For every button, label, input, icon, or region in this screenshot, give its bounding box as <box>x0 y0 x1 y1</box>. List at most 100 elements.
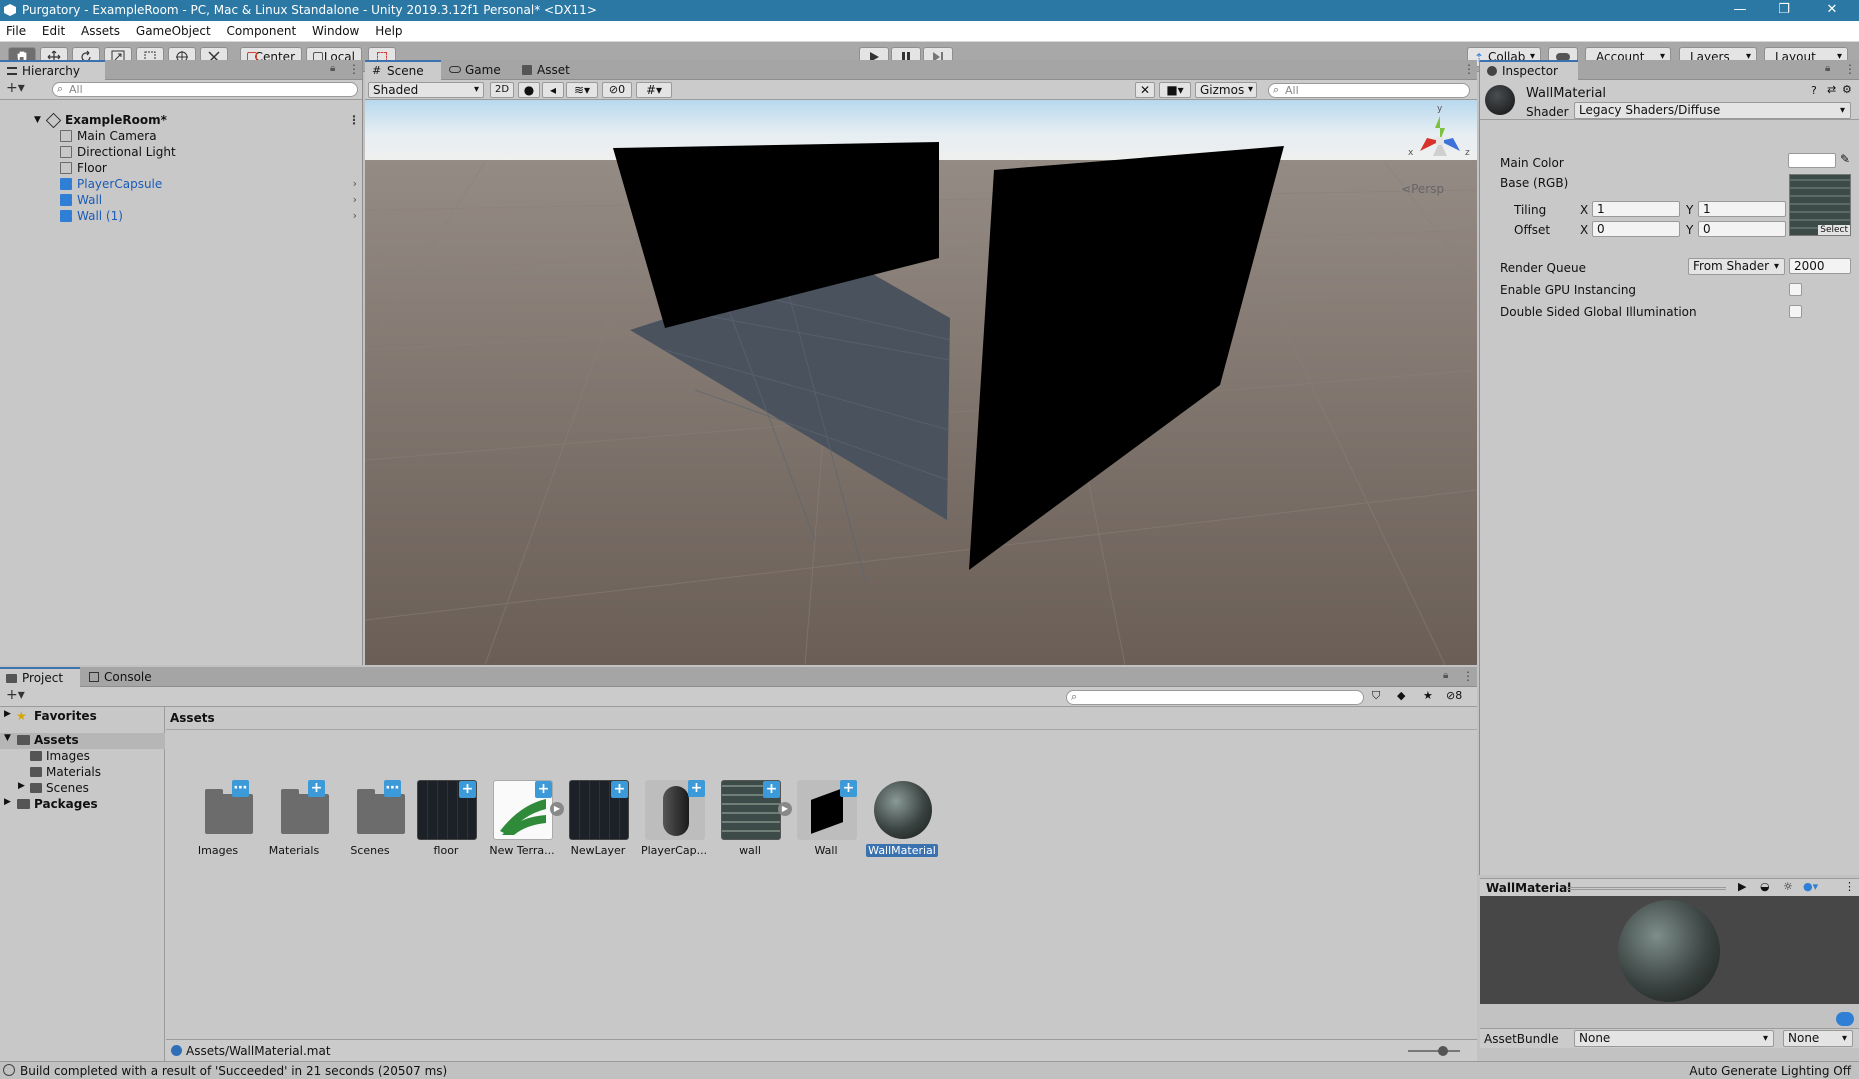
chevron-right-icon[interactable]: › <box>353 176 357 192</box>
lock-icon[interactable]: 🔒︎ <box>1443 670 1448 681</box>
hierarchy-item[interactable]: Floor <box>0 160 363 176</box>
menu-help[interactable]: Help <box>369 21 408 41</box>
search-by-type-icon[interactable]: ⛉ <box>1372 689 1380 703</box>
search-by-label-icon[interactable]: ◆ <box>1397 689 1405 702</box>
slider-handle[interactable] <box>1438 1046 1448 1056</box>
project-search-input[interactable] <box>1066 690 1364 705</box>
preview-sphere-icon[interactable]: ●▾ <box>1803 880 1818 893</box>
panel-menu-icon[interactable]: ⋮ <box>1462 669 1474 683</box>
menu-window[interactable]: Window <box>306 21 365 41</box>
hierarchy-item[interactable]: PlayerCapsule › <box>0 176 363 192</box>
hidden-objects-toggle[interactable]: ⊘0 <box>602 82 632 98</box>
toggle-2d-button[interactable]: 2D <box>490 82 514 98</box>
hierarchy-item[interactable]: Directional Light <box>0 144 363 160</box>
panel-menu-icon[interactable]: ⋮ <box>348 62 360 76</box>
scene-viewport[interactable]: y x z ⋖Persp <box>365 100 1477 665</box>
main-color-swatch[interactable] <box>1788 153 1836 168</box>
breadcrumb-divider <box>166 729 1477 730</box>
scene-effects-dropdown[interactable]: ≋▾ <box>566 82 598 98</box>
tiling-x-field[interactable]: 1 <box>1592 201 1680 217</box>
hidden-packages-toggle[interactable]: ⊘8 <box>1446 689 1462 702</box>
chevron-right-icon[interactable]: › <box>353 192 357 208</box>
menu-file[interactable]: File <box>0 21 32 41</box>
render-queue-field[interactable]: 2000 <box>1789 258 1851 274</box>
chevron-right-icon[interactable]: › <box>353 208 357 224</box>
tab-project[interactable]: Project <box>0 667 80 687</box>
preset-icon[interactable]: ⇄ <box>1827 83 1836 96</box>
shader-dropdown[interactable]: Legacy Shaders/Diffuse <box>1574 102 1851 119</box>
expand-triangle-icon[interactable]: ▼ <box>4 733 11 743</box>
offset-x-field[interactable]: 0 <box>1592 221 1680 237</box>
expand-arrow-icon[interactable]: ▶ <box>778 802 792 816</box>
eyedropper-icon[interactable]: ✎ <box>1840 152 1850 166</box>
hierarchy-search-input[interactable]: All <box>52 82 358 97</box>
tab-inspector[interactable]: Inspector <box>1480 60 1578 80</box>
selected-asset-path: Assets/WallMaterial.mat <box>186 1044 331 1058</box>
preview-light-icon[interactable]: ☼ <box>1783 880 1793 893</box>
hierarchy-item[interactable]: Wall (1) › <box>0 208 363 224</box>
help-icon[interactable]: ? <box>1811 84 1817 97</box>
tab-game[interactable]: Game <box>443 60 513 80</box>
base-texture-slot[interactable]: Select <box>1789 174 1851 236</box>
tab-asset-store[interactable]: Asset Store <box>515 60 611 97</box>
create-plus-icon[interactable]: +▾ <box>6 687 25 703</box>
lock-icon[interactable]: 🔒︎ <box>1825 63 1830 74</box>
orientation-gizmo[interactable]: y x z <box>1405 104 1475 176</box>
hierarchy-item[interactable]: Main Camera <box>0 128 363 144</box>
hierarchy-item[interactable]: Wall › <box>0 192 363 208</box>
thumbnail-size-slider[interactable] <box>1408 1046 1460 1056</box>
asset-breadcrumb[interactable]: Assets <box>170 711 215 725</box>
preview-mesh-icon[interactable]: ◒ <box>1760 880 1770 893</box>
hierarchy-item-label: Directional Light <box>77 145 176 159</box>
expand-triangle-icon[interactable]: ▼ <box>34 112 41 128</box>
gpu-instancing-checkbox[interactable] <box>1789 283 1802 296</box>
settings-gear-icon[interactable]: ⚙ <box>1842 83 1852 96</box>
camera-settings-dropdown[interactable]: ■▾ <box>1159 82 1191 98</box>
status-message[interactable]: Build completed with a result of 'Succee… <box>20 1064 447 1078</box>
expand-triangle-icon[interactable]: ▶ <box>4 709 11 719</box>
minimize-button[interactable]: — <box>1718 0 1762 21</box>
assetbundle-dropdown[interactable]: None <box>1574 1030 1774 1047</box>
projection-toggle[interactable]: ⋖Persp <box>1401 182 1444 196</box>
gizmos-dropdown[interactable]: Gizmos ▾ <box>1195 82 1257 98</box>
tab-scene[interactable]: # Scene <box>365 60 441 80</box>
menu-gameobject[interactable]: GameObject <box>130 21 217 41</box>
assetbundle-variant-dropdown[interactable]: None <box>1783 1030 1853 1047</box>
lock-icon[interactable]: 🔒︎ <box>330 63 335 74</box>
tab-hierarchy[interactable]: Hierarchy <box>0 60 105 80</box>
close-button[interactable]: ✕ <box>1810 0 1854 21</box>
tree-assets[interactable]: ▼ Assets <box>0 733 165 749</box>
preview-menu-icon[interactable]: ⋮ <box>1844 880 1855 893</box>
expand-triangle-icon[interactable]: ▶ <box>18 781 25 791</box>
panel-menu-icon[interactable]: ⋮ <box>1844 62 1856 76</box>
favorites-star-icon[interactable]: ★ <box>1423 689 1433 702</box>
preview-resize-bar[interactable] <box>1566 887 1726 890</box>
tree-item-label: Images <box>46 749 90 763</box>
material-preview[interactable] <box>1480 896 1859 1004</box>
scene-tools-button[interactable]: ✕ <box>1135 82 1155 98</box>
tiling-y-field[interactable]: 1 <box>1698 201 1786 217</box>
scene-root-row[interactable]: ▼ ExampleRoom* ⋮ <box>0 112 363 129</box>
asset-label-icon[interactable] <box>1836 1012 1854 1026</box>
scene-render <box>365 100 1477 665</box>
shading-mode-dropdown[interactable]: Shaded ▾ <box>368 82 484 98</box>
menu-edit[interactable]: Edit <box>36 21 71 41</box>
render-queue-dropdown[interactable]: From Shader <box>1688 258 1785 275</box>
offset-y-field[interactable]: 0 <box>1698 221 1786 237</box>
create-plus-icon[interactable]: +▾ <box>6 80 25 96</box>
menu-assets[interactable]: Assets <box>75 21 126 41</box>
tab-console[interactable]: Console <box>82 667 162 687</box>
double-sided-gi-checkbox[interactable] <box>1789 305 1802 318</box>
grid-visibility-dropdown[interactable]: #▾ <box>636 82 672 98</box>
play-preview-icon[interactable]: ▶ <box>1738 880 1746 893</box>
scene-lighting-toggle[interactable]: ● <box>518 82 540 98</box>
restore-button[interactable]: ❐ <box>1762 0 1806 21</box>
scene-audio-toggle[interactable]: ◂ <box>542 82 564 98</box>
scene-menu-icon[interactable]: ⋮ <box>348 112 360 128</box>
expand-arrow-icon[interactable]: ▶ <box>550 802 564 816</box>
lighting-status[interactable]: Auto Generate Lighting Off <box>1689 1064 1851 1078</box>
scene-search-input[interactable]: All <box>1268 83 1470 98</box>
menu-component[interactable]: Component <box>221 21 303 41</box>
expand-triangle-icon[interactable]: ▶ <box>4 797 11 807</box>
panel-menu-icon[interactable]: ⋮ <box>1463 62 1475 76</box>
